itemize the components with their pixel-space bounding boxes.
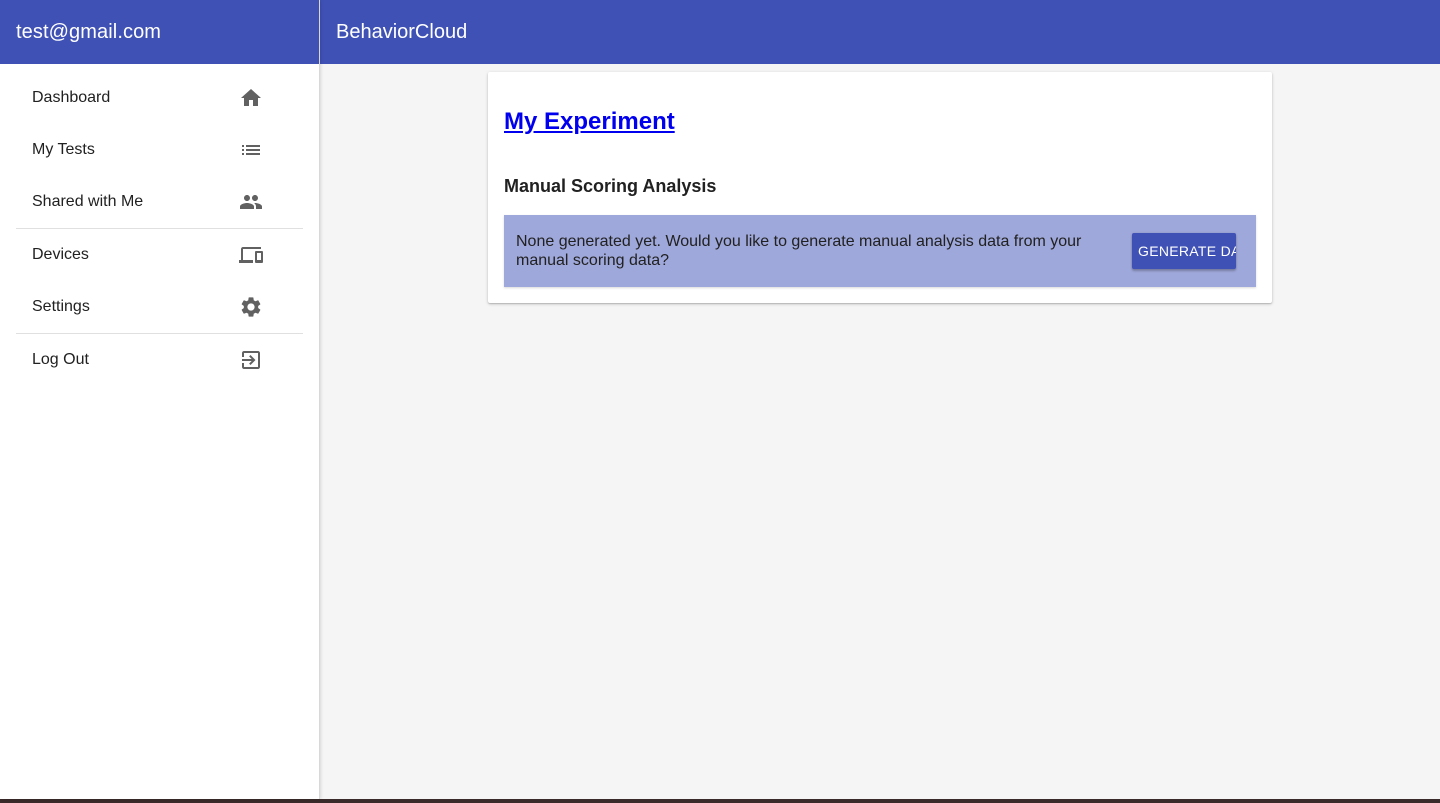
experiment-link[interactable]: My Experiment — [504, 108, 675, 136]
generate-data-button[interactable]: GENERATE DATA — [1132, 233, 1236, 269]
sidebar-nav: Dashboard My Tests Shared with Me Device… — [0, 64, 319, 386]
notice-text: None generated yet. Would you like to ge… — [516, 233, 1082, 269]
gear-icon — [239, 295, 263, 319]
devices-icon — [239, 243, 263, 267]
sidebar: test@gmail.com Dashboard My Tests Shared… — [0, 0, 320, 799]
sidebar-item-label: Devices — [32, 246, 89, 263]
top-app-bar: BehaviorCloud — [320, 0, 1440, 64]
people-icon — [239, 190, 263, 214]
logout-icon — [239, 348, 263, 372]
app-title: BehaviorCloud — [336, 20, 468, 43]
notice-banner: None generated yet. Would you like to ge… — [504, 215, 1256, 287]
sidebar-item-dashboard[interactable]: Dashboard — [0, 72, 319, 124]
section-title: Manual Scoring Analysis — [504, 176, 717, 196]
sidebar-item-label: Shared with Me — [32, 193, 144, 210]
sidebar-item-label: My Tests — [32, 141, 95, 158]
sidebar-item-label: Settings — [32, 298, 90, 315]
experiment-card: My Experiment Manual Scoring Analysis No… — [488, 72, 1272, 303]
sidebar-item-my-tests[interactable]: My Tests — [0, 124, 319, 176]
sidebar-item-label: Dashboard — [32, 89, 111, 106]
sidebar-item-log-out[interactable]: Log Out — [0, 334, 319, 386]
app-root: test@gmail.com Dashboard My Tests Shared… — [0, 0, 1440, 799]
sidebar-item-settings[interactable]: Settings — [0, 281, 319, 333]
sidebar-item-devices[interactable]: Devices — [0, 229, 319, 281]
sidebar-item-shared-with-me[interactable]: Shared with Me — [0, 176, 319, 228]
list-icon — [239, 138, 263, 162]
home-icon — [239, 86, 263, 110]
sidebar-item-label: Log Out — [32, 351, 89, 368]
user-email: test@gmail.com — [0, 0, 319, 64]
